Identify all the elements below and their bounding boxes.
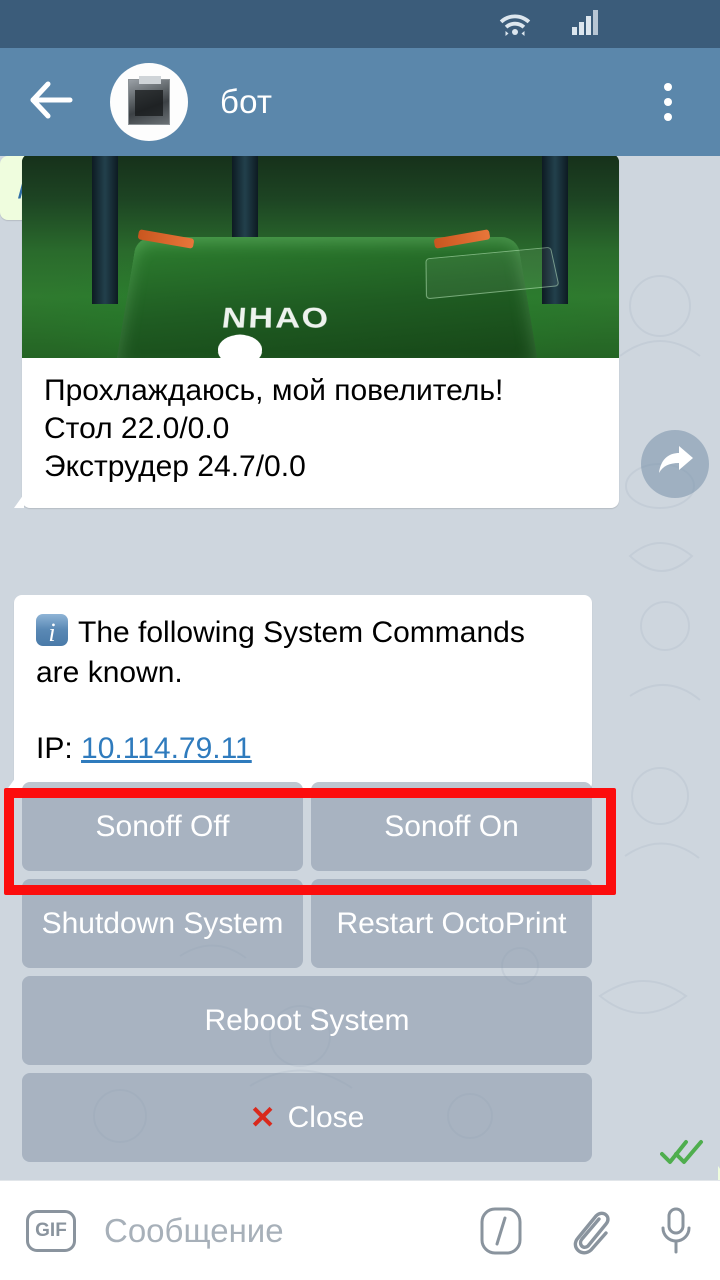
inline-keyboard: Sonoff Off Sonoff On Shutdown System Res…	[0, 782, 614, 1170]
close-button-label: Close	[287, 1100, 365, 1134]
incoming-system-commands-message[interactable]: The following System Commands are known.…	[14, 595, 592, 791]
keyboard-row-2: Shutdown System Restart OctoPrint	[0, 879, 614, 968]
paperclip-icon[interactable]	[568, 1207, 612, 1255]
red-cross-mark-icon: ✕	[249, 1100, 276, 1135]
forward-button[interactable]	[641, 430, 709, 498]
double-check-read-icon	[660, 1139, 704, 1170]
ip-label: IP:	[36, 732, 73, 765]
wifi-icon	[498, 8, 532, 41]
incoming-photo-message[interactable]: NHAO Прохлаждаюсь, мой повелитель! Стол …	[22, 156, 619, 508]
shutdown-system-button[interactable]: Shutdown System	[22, 879, 303, 968]
telegram-chat-screen: бот NHAO Прохлаждаюсь, мой повелитель! С…	[0, 0, 720, 1280]
avatar[interactable]	[110, 63, 188, 141]
status-bar	[0, 0, 720, 48]
cellular-signal-icon	[572, 9, 602, 40]
bot-avatar-image	[128, 76, 170, 125]
microphone-icon[interactable]	[658, 1206, 694, 1256]
info-message-line-2: are known.	[36, 656, 183, 689]
back-button[interactable]	[24, 74, 80, 130]
ip-row: IP: 10.114.79.11	[36, 729, 570, 769]
keyboard-row-3: Reboot System	[0, 976, 614, 1065]
message-input[interactable]: Сообщение	[104, 1212, 434, 1250]
info-message-line-1: The following System Commands	[36, 613, 570, 653]
overflow-menu-icon[interactable]	[644, 70, 692, 134]
keyboard-row-4: ✕ Close	[0, 1073, 614, 1162]
slash-command-icon[interactable]	[480, 1207, 522, 1255]
ip-address-link[interactable]: 10.114.79.11	[81, 732, 252, 765]
restart-octoprint-button[interactable]: Restart OctoPrint	[311, 879, 592, 968]
photo-message-text: Прохлаждаюсь, мой повелитель! Стол 22.0/…	[44, 374, 504, 483]
sonoff-off-button[interactable]: Sonoff Off	[22, 782, 303, 871]
page-title: бот	[220, 83, 273, 120]
chat-message-list[interactable]: NHAO Прохлаждаюсь, мой повелитель! Стол …	[0, 156, 720, 1180]
close-button[interactable]: ✕ Close	[22, 1073, 592, 1162]
gif-button[interactable]: GIF	[26, 1209, 76, 1252]
3d-printer-bed-photo[interactable]: NHAO	[22, 156, 619, 358]
information-emoji-icon	[36, 613, 68, 653]
chat-header: бот	[0, 48, 720, 156]
back-arrow-icon	[30, 81, 74, 124]
keyboard-row-1: Sonoff Off Sonoff On	[0, 782, 614, 871]
sonoff-on-button[interactable]: Sonoff On	[311, 782, 592, 871]
reboot-system-button[interactable]: Reboot System	[22, 976, 592, 1065]
message-input-bar: GIF Сообщение	[0, 1180, 720, 1280]
forward-arrow-icon	[655, 445, 695, 484]
